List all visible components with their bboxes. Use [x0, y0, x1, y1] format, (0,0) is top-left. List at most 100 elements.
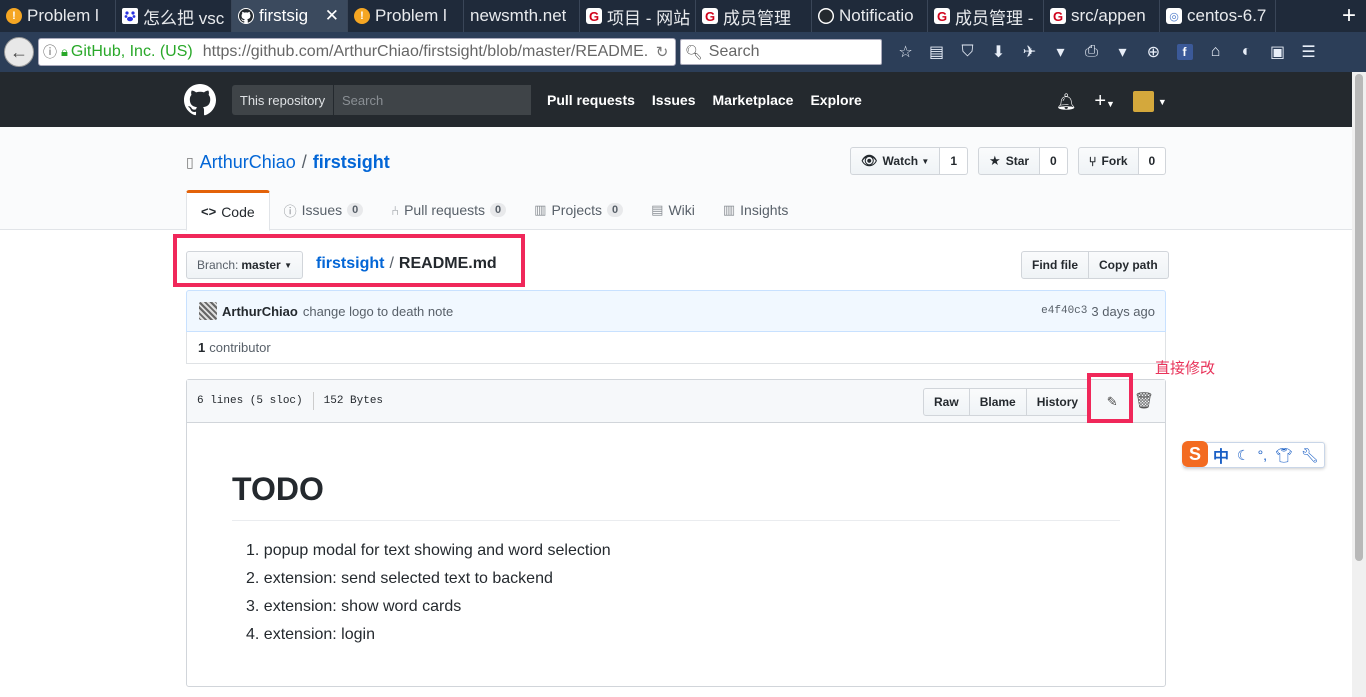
browser-tab-bar: ! Problem l 怎么把 vsc firstsig ✕ ! Problem l …	[0, 0, 1366, 32]
moon-icon[interactable]: ☾	[1237, 447, 1250, 464]
tab-code[interactable]: <> Code	[186, 190, 270, 231]
nav-explore[interactable]: Explore	[810, 92, 861, 108]
repo-actions: 👁︎ Watch ▼ 1 ★ Star 0 ⑂ Fork 0	[850, 147, 1176, 175]
browser-search-placeholder: Search	[708, 43, 760, 60]
tab-pull-requests[interactable]: ⑃ Pull requests 0	[377, 190, 520, 230]
tab-counter: 0	[490, 203, 507, 217]
create-new-icon[interactable]: +▼	[1094, 90, 1115, 113]
ime-language[interactable]: 中	[1213, 443, 1229, 467]
addon-icon[interactable]: ▣	[1262, 39, 1293, 65]
pocket-icon[interactable]: ⛉	[952, 39, 983, 65]
chevron-down-icon[interactable]: ▼	[1158, 97, 1167, 107]
dropdown-arrow-icon[interactable]: ▾	[1045, 39, 1076, 65]
raw-button[interactable]: Raw	[923, 388, 970, 416]
address-bar[interactable]: ⓘ 🔒︎ GitHub, Inc. (US) https://github.co…	[38, 38, 676, 66]
sogou-logo-icon[interactable]: S	[1182, 441, 1208, 467]
fork-button[interactable]: ⑂ Fork	[1077, 147, 1139, 175]
browser-tab[interactable]: G 成员管理	[696, 0, 812, 32]
gitee-icon: G	[934, 8, 950, 24]
watch-button[interactable]: 👁︎ Watch ▼	[850, 147, 941, 175]
commit-author[interactable]: ArthurChiao	[222, 304, 298, 319]
nav-issues[interactable]: Issues	[652, 92, 696, 108]
tab-wiki[interactable]: ▤ Wiki	[637, 190, 709, 230]
browser-tab[interactable]: ◎ centos-6.7	[1160, 0, 1276, 32]
bell-icon[interactable]: 🔔︎	[1056, 92, 1076, 112]
browser-search-box[interactable]: 🔍︎ Search	[680, 39, 882, 65]
repo-name-link[interactable]: firstsight	[313, 152, 390, 173]
find-file-button[interactable]: Find file	[1021, 251, 1089, 279]
extension-icon[interactable]: ✈	[1014, 39, 1045, 65]
browser-tab[interactable]: Gsrc/appen	[1044, 0, 1160, 32]
pull-request-icon: ⑃	[391, 202, 400, 218]
browser-tab-active[interactable]: firstsig ✕	[232, 0, 348, 32]
star-count[interactable]: 0	[1040, 147, 1068, 175]
bookmark-star-icon[interactable]: ☆	[890, 39, 921, 65]
menu-icon[interactable]: ☰	[1293, 39, 1324, 65]
file-size: 152 Bytes	[312, 392, 383, 410]
contributors[interactable]: 1 contributor	[186, 332, 1166, 364]
blame-button[interactable]: Blame	[969, 388, 1027, 416]
tab-counter: 0	[607, 203, 624, 217]
nav-pull-requests[interactable]: Pull requests	[547, 92, 635, 108]
tab-issues[interactable]: ⓘ Issues 0	[270, 190, 378, 230]
print-icon[interactable]: ⎙	[1076, 39, 1107, 65]
star-icon: ★	[989, 153, 1001, 168]
browser-tab[interactable]: ! Problem l	[0, 0, 116, 32]
wrench-icon[interactable]: 🔧︎	[1301, 447, 1319, 464]
reader-list-icon[interactable]: ▤	[921, 39, 952, 65]
download-icon[interactable]: ⬇	[983, 39, 1014, 65]
browser-tab-title: newsmth.net	[470, 6, 567, 25]
graph-icon: ▥	[722, 202, 736, 217]
info-icon[interactable]: ⓘ	[39, 42, 61, 62]
file-nav-buttons: Find file Copy path	[1021, 251, 1169, 279]
scrollbar-thumb[interactable]	[1355, 74, 1363, 561]
trash-icon[interactable]: 🗑︎	[1134, 390, 1154, 412]
close-tab-icon[interactable]: ✕	[325, 6, 339, 26]
facebook-icon[interactable]: f	[1169, 39, 1200, 65]
site-identity[interactable]: GitHub, Inc. (US)	[71, 43, 193, 61]
history-button[interactable]: History	[1026, 388, 1090, 416]
header-search-form: This repository	[232, 85, 531, 115]
star-button[interactable]: ★ Star	[978, 147, 1041, 175]
browser-tab[interactable]: 怎么把 vsc	[116, 0, 232, 32]
dropdown-arrow-icon[interactable]: ▾	[1107, 39, 1138, 65]
browser-tab[interactable]: Notificatio	[812, 0, 928, 32]
punctuation-icon[interactable]: °,	[1258, 447, 1268, 463]
fork-count[interactable]: 0	[1138, 147, 1167, 175]
repo-separator: /	[301, 152, 307, 172]
browser-tab-title: Problem l	[27, 6, 99, 25]
nav-marketplace[interactable]: Marketplace	[713, 92, 794, 108]
browser-tab[interactable]: G 项目 - 网站	[580, 0, 696, 32]
home-icon[interactable]: ⌂	[1200, 39, 1231, 65]
list-item-text: extension: login	[263, 626, 375, 643]
avatar[interactable]	[1132, 91, 1154, 112]
eye-icon: 👁︎	[861, 153, 878, 168]
repo-owner-link[interactable]: ArthurChiao	[200, 152, 296, 173]
header-search-input[interactable]	[334, 85, 531, 115]
browser-tab[interactable]: ! Problem l	[348, 0, 464, 32]
translate-icon[interactable]: ⊕	[1138, 39, 1169, 65]
watch-count[interactable]: 1	[940, 147, 969, 175]
new-tab-button[interactable]: +	[1332, 0, 1366, 32]
browser-tab[interactable]: G 成员管理 -	[928, 0, 1044, 32]
commit-meta: e4f40c3 3 days ago	[1041, 304, 1155, 319]
commit-sha[interactable]: e4f40c3	[1041, 305, 1087, 317]
ime-toolbar[interactable]: S 中 ☾ °, 👕︎ 🔧︎	[1182, 441, 1325, 468]
url-text[interactable]: https://github.com/ArthurChiao/firstsigh…	[203, 43, 649, 61]
browser-tab[interactable]: newsmth.net	[464, 0, 580, 32]
commit-message[interactable]: change logo to death note	[303, 304, 453, 319]
browser-tab-title: firstsig	[259, 6, 309, 25]
skin-icon[interactable]: 👕︎	[1275, 447, 1293, 464]
copy-path-button[interactable]: Copy path	[1089, 251, 1169, 279]
code-icon: <>	[201, 204, 217, 219]
sync-icon[interactable]: ◐	[1231, 39, 1262, 65]
github-logo-icon[interactable]	[184, 84, 216, 116]
scrollbar[interactable]	[1352, 72, 1366, 697]
avatar[interactable]	[199, 302, 217, 320]
list-item-text: popup modal for text showing and word se…	[263, 542, 611, 559]
back-button[interactable]: ←	[4, 37, 34, 67]
browser-tab-title: src/appen	[1071, 6, 1146, 25]
tab-insights[interactable]: ▥ Insights	[709, 190, 803, 230]
tab-projects[interactable]: ▥ Projects 0	[520, 190, 637, 230]
reload-icon[interactable]: ↻	[649, 43, 675, 61]
